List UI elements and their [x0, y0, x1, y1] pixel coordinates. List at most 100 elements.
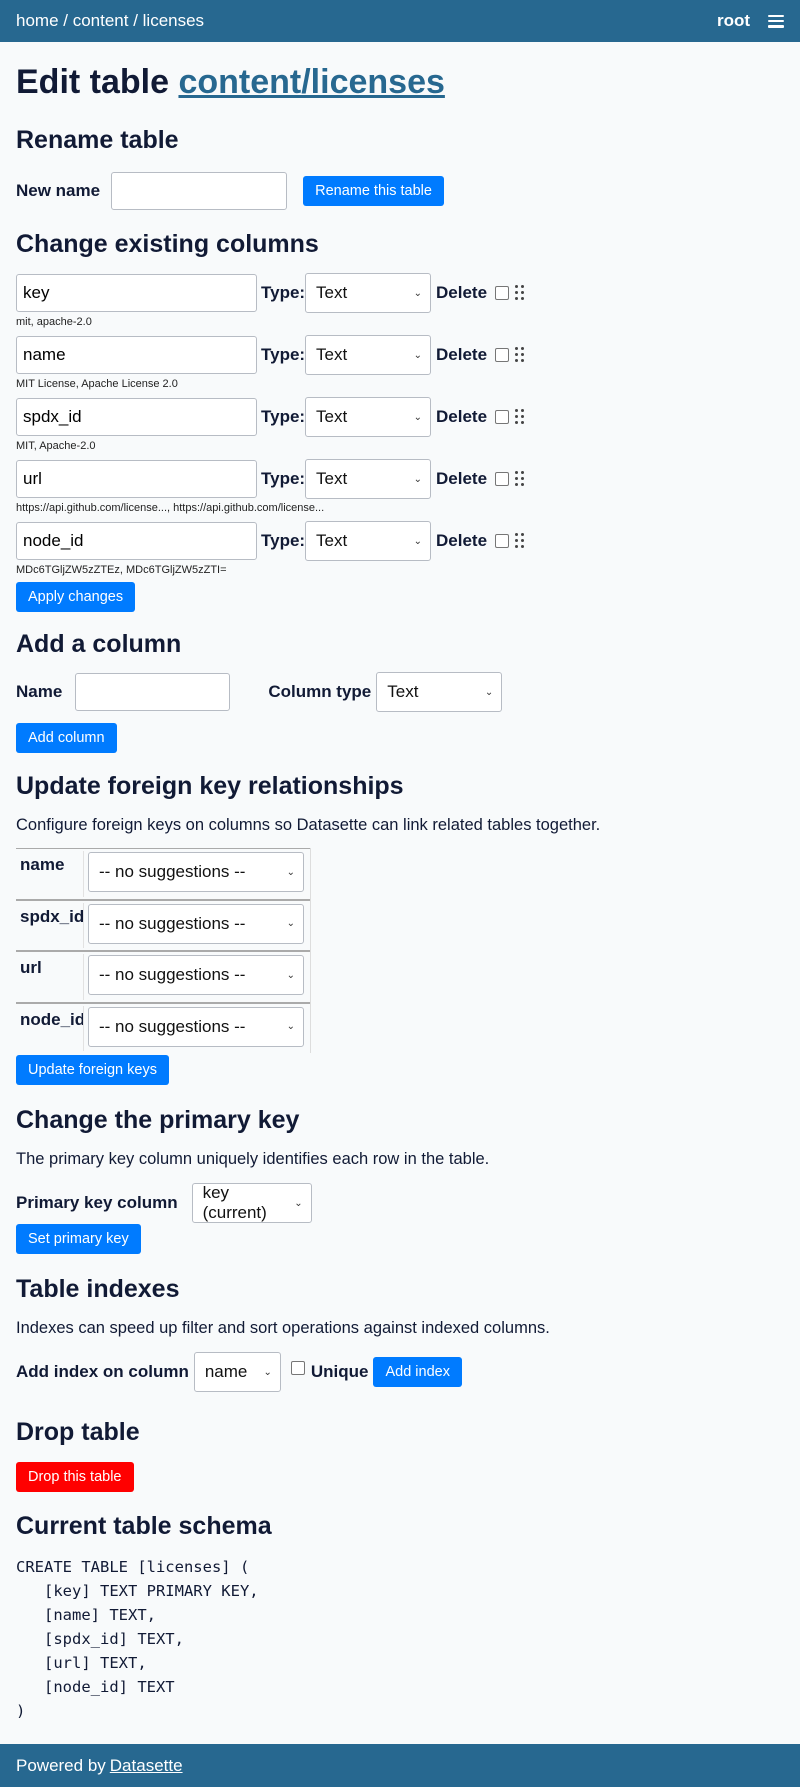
- column-row: Type:Text⌄Delete https://api.github.com/l…: [16, 459, 784, 522]
- type-label: Type:: [261, 531, 306, 551]
- column-examples: https://api.github.com/license..., https…: [16, 502, 325, 515]
- type-label: Type:: [261, 345, 306, 365]
- type-label: Type:: [261, 469, 306, 489]
- drop-table-button[interactable]: Drop this table: [16, 1462, 134, 1493]
- foreign-keys-section: Update foreign key relationships Configu…: [16, 771, 784, 1086]
- delete-checkbox[interactable]: [495, 286, 509, 301]
- chevron-down-icon: ⌄: [286, 969, 295, 981]
- breadcrumb-separator: /: [128, 11, 143, 30]
- table-link[interactable]: content/licenses: [178, 63, 444, 101]
- new-name-input[interactable]: [111, 172, 288, 211]
- chevron-down-icon: ⌄: [294, 1197, 303, 1209]
- foreign-keys-description: Configure foreign keys on columns so Dat…: [16, 816, 601, 835]
- add-index-label: Add index on column: [16, 1362, 189, 1382]
- breadcrumb-home-link[interactable]: home: [16, 11, 59, 30]
- current-user: root: [716, 11, 750, 30]
- drag-handle-icon[interactable]: [515, 471, 524, 487]
- primary-key-select[interactable]: key (current) ⌄: [191, 1183, 312, 1224]
- delete-checkbox[interactable]: [495, 410, 509, 425]
- column-name-field[interactable]: [16, 274, 257, 313]
- delete-checkbox[interactable]: [495, 534, 509, 549]
- indexes-description: Indexes can speed up filter and sort ope…: [16, 1319, 550, 1338]
- breadcrumb: home / content / licenses: [16, 11, 204, 31]
- datasette-link[interactable]: Datasette: [110, 1756, 183, 1776]
- chevron-down-icon: ⌄: [413, 473, 422, 485]
- chevron-down-icon: ⌄: [286, 866, 295, 878]
- columns-list: Type:Text⌄Deletemit, apache-2.0Type:Text…: [16, 273, 784, 584]
- add-column-heading: Add a column: [16, 630, 182, 659]
- indexes-section: Table indexes Indexes can speed up filte…: [16, 1274, 784, 1393]
- chevron-down-icon: ⌄: [286, 918, 295, 930]
- column-name-field[interactable]: [16, 522, 257, 561]
- index-column-select[interactable]: name ⌄: [193, 1352, 281, 1393]
- drag-handle-icon[interactable]: [515, 533, 524, 549]
- column-name-field[interactable]: [16, 460, 257, 499]
- column-name-field[interactable]: [16, 336, 257, 375]
- column-examples: MIT License, Apache License 2.0: [16, 378, 178, 391]
- breadcrumb-separator: /: [58, 11, 73, 30]
- column-row: Type:Text⌄Delete MDc6TGljZW5zZTEz, MDc6TG…: [16, 521, 784, 584]
- column-type-select[interactable]: Text ⌄: [305, 459, 431, 500]
- columns-section: Change existing columns Type:Text⌄Delete…: [16, 229, 784, 613]
- update-foreign-keys-button[interactable]: Update foreign keys: [16, 1055, 169, 1086]
- column-type-select[interactable]: Text ⌄: [305, 273, 431, 314]
- topbar-actions: root: [717, 11, 784, 31]
- breadcrumb-content-link[interactable]: content: [73, 11, 129, 30]
- foreign-key-row: node_id -- no suggestions -- ⌄: [16, 1001, 310, 1054]
- foreign-key-select[interactable]: -- no suggestions -- ⌄: [88, 955, 304, 996]
- chevron-down-icon: ⌄: [413, 411, 422, 423]
- delete-checkbox[interactable]: [495, 348, 509, 363]
- unique-label: Unique: [310, 1362, 369, 1382]
- column-name-field[interactable]: [16, 398, 257, 437]
- main-content: Edit table content/licenses Rename table…: [0, 63, 800, 1723]
- foreign-key-column-name: node_id: [20, 1009, 86, 1029]
- delete-label: Delete: [436, 345, 488, 365]
- primary-key-section: Change the primary key The primary key c…: [16, 1105, 784, 1255]
- delete-label: Delete: [436, 407, 488, 427]
- rename-section: Rename table New name Rename this table: [16, 125, 784, 211]
- column-name-input[interactable]: [75, 673, 231, 712]
- foreign-key-row: url -- no suggestions -- ⌄: [16, 950, 310, 1002]
- drag-handle-icon[interactable]: [515, 347, 524, 363]
- apply-changes-button[interactable]: Apply changes: [16, 582, 136, 613]
- rename-table-button[interactable]: Rename this table: [303, 176, 444, 207]
- column-type-select[interactable]: Text ⌄: [305, 335, 431, 376]
- primary-key-description: The primary key column uniquely identifi…: [16, 1150, 490, 1169]
- chevron-down-icon: ⌄: [484, 686, 494, 698]
- column-row: Type:Text⌄Delete MIT, Apache-2.0: [16, 397, 784, 460]
- foreign-key-select[interactable]: -- no suggestions -- ⌄: [88, 1006, 304, 1047]
- column-type-select[interactable]: Text ⌄: [305, 397, 431, 438]
- foreign-key-select[interactable]: -- no suggestions -- ⌄: [88, 903, 304, 944]
- delete-label: Delete: [436, 531, 488, 551]
- footer-text: Powered by: [16, 1755, 106, 1775]
- column-type-select[interactable]: Text ⌄: [305, 521, 431, 562]
- column-type-select[interactable]: Text ⌄: [376, 672, 503, 713]
- add-column-button[interactable]: Add column: [16, 723, 117, 754]
- delete-checkbox[interactable]: [495, 472, 509, 487]
- add-index-button[interactable]: Add index: [373, 1357, 462, 1388]
- breadcrumb-licenses-link[interactable]: licenses: [143, 11, 204, 30]
- set-primary-key-button[interactable]: Set primary key: [16, 1224, 141, 1255]
- drag-handle-icon[interactable]: [515, 285, 524, 301]
- chevron-down-icon: ⌄: [286, 1021, 295, 1033]
- indexes-heading: Table indexes: [16, 1275, 180, 1304]
- drop-heading: Drop table: [16, 1418, 140, 1447]
- hamburger-menu-icon[interactable]: [768, 14, 784, 28]
- new-name-label: New name: [16, 181, 101, 201]
- foreign-key-select[interactable]: -- no suggestions -- ⌄: [88, 852, 304, 893]
- drag-handle-icon[interactable]: [515, 409, 524, 425]
- page-title: Edit table content/licenses: [16, 63, 445, 101]
- chevron-down-icon: ⌄: [263, 1366, 272, 1378]
- chevron-down-icon: ⌄: [413, 349, 422, 361]
- column-examples: MDc6TGljZW5zZTEz, MDc6TGljZW5zZTI=: [16, 564, 227, 577]
- column-name-label: Name: [16, 682, 63, 702]
- primary-key-heading: Change the primary key: [16, 1106, 300, 1135]
- foreign-keys-heading: Update foreign key relationships: [16, 772, 404, 801]
- top-nav-bar: home / content / licenses root: [0, 0, 800, 42]
- column-type-label: Column type: [268, 682, 372, 702]
- column-examples: MIT, Apache-2.0: [16, 440, 96, 453]
- unique-checkbox[interactable]: [290, 1361, 305, 1376]
- foreign-key-row: name -- no suggestions -- ⌄: [16, 848, 310, 899]
- footer: Powered by Datasette: [0, 1744, 800, 1787]
- columns-heading: Change existing columns: [16, 230, 319, 259]
